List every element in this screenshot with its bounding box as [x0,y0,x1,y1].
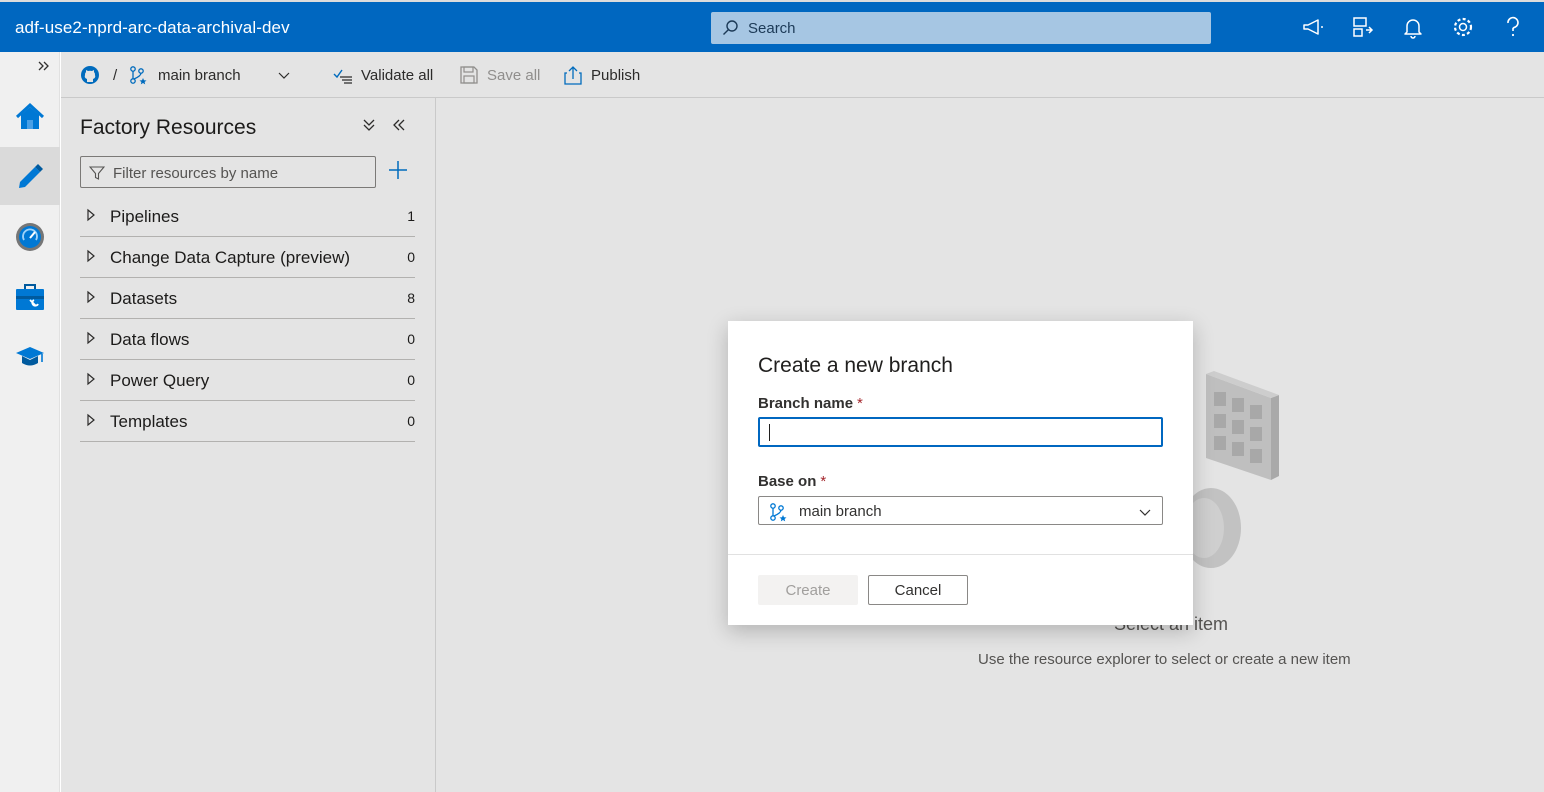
search-placeholder: Search [748,20,796,37]
rail-item-monitor[interactable] [0,208,60,266]
double-chevron-right-icon[interactable] [36,58,52,74]
dialog-title: Create a new branch [758,354,953,377]
top-bar: adf-use2-nprd-arc-data-archival-dev Sear… [0,0,1544,52]
rail-item-home[interactable] [0,88,60,146]
left-nav-rail [0,52,60,792]
factory-name[interactable]: adf-use2-nprd-arc-data-archival-dev [15,18,290,38]
announcement-icon[interactable] [1300,14,1326,40]
base-on-label: Base on * [758,473,826,490]
branch-name-label: Branch name * [758,395,863,412]
branch-icon [770,503,787,522]
base-on-value: main branch [799,503,882,520]
cancel-button[interactable]: Cancel [868,575,968,605]
toolbox-icon [16,284,44,310]
required-marker: * [857,395,863,412]
branch-name-label-text: Branch name [758,395,854,412]
base-on-dropdown[interactable]: main branch [758,496,1163,525]
rail-item-manage[interactable] [0,268,60,326]
gauge-icon [16,223,44,251]
branch-name-input[interactable] [758,417,1163,447]
graduation-cap-icon [16,347,44,366]
required-marker: * [820,473,827,490]
create-branch-dialog: Create a new branch Branch name * Base on… [728,321,1193,625]
create-button[interactable]: Create [758,575,858,605]
search-box[interactable]: Search [711,12,1211,44]
rail-item-author[interactable] [0,147,60,205]
search-icon [723,20,738,35]
chevron-down-icon [1139,509,1151,516]
help-icon[interactable] [1500,14,1526,40]
base-on-label-text: Base on [758,473,817,490]
settings-gear-icon[interactable] [1450,14,1476,40]
directory-switch-icon[interactable] [1350,14,1376,40]
text-cursor [769,424,770,441]
rail-item-learning[interactable] [0,328,60,386]
notification-bell-icon[interactable] [1400,14,1426,40]
home-icon [15,102,45,129]
pencil-icon [19,164,43,188]
dialog-divider [728,554,1193,555]
